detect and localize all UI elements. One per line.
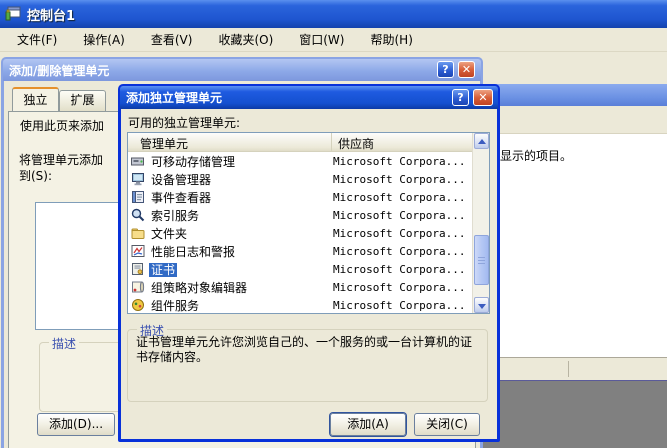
indexing-service-icon — [131, 208, 147, 222]
column-header-snapin[interactable]: 管理单元 — [128, 133, 332, 151]
snapin-vendor: Microsoft Corpora... — [333, 262, 466, 276]
list-item[interactable]: 索引服务 Microsoft Corpora... — [128, 206, 472, 224]
list-item[interactable]: 组件服务 Microsoft Corpora... — [128, 296, 472, 313]
help-button[interactable]: ? — [452, 89, 469, 106]
menu-favorites[interactable]: 收藏夹(O) — [205, 28, 286, 51]
target-label-line1: 将管理单元添加 — [19, 153, 104, 167]
tab-standalone[interactable]: 独立 — [12, 87, 59, 111]
tab-strip: 独立 扩展 — [12, 87, 106, 111]
description-groupbox: 描述 证书管理单元允许您浏览自己的、一个服务的或一台计算机的证书存储内容。 — [127, 322, 488, 402]
list-item[interactable]: 设备管理器 Microsoft Corpora... — [128, 170, 472, 188]
close-button[interactable]: 关闭(C) — [414, 413, 480, 436]
snapin-name: 文件夹 — [151, 226, 188, 241]
mmc-console-icon — [5, 5, 21, 24]
description-text: 证书管理单元允许您浏览自己的、一个服务的或一台计算机的证书存储内容。 — [136, 335, 473, 364]
snapin-name: 证书 — [149, 262, 178, 277]
snapin-name: 事件查看器 — [151, 190, 212, 205]
list-item[interactable]: 性能日志和警报 Microsoft Corpora... — [128, 242, 472, 260]
list-item[interactable]: 文件夹 Microsoft Corpora... — [128, 224, 472, 242]
snapin-name: 性能日志和警报 — [151, 244, 236, 259]
folder-icon — [131, 226, 147, 240]
child-window-header-strip — [478, 106, 667, 134]
no-items-text: 可显示的项目。 — [488, 149, 573, 163]
column-header-vendor[interactable]: 供应商 — [332, 133, 472, 151]
scroll-down-button[interactable] — [474, 297, 489, 313]
snapin-vendor: Microsoft Corpora... — [333, 244, 466, 258]
intro-text: 使用此页来添加 — [20, 119, 105, 133]
snapin-vendor: Microsoft Corpora... — [333, 208, 466, 222]
close-icon[interactable]: ✕ — [473, 89, 493, 106]
snapin-listview: 管理单元 供应商 可移动存储管理 Microsoft Corpora... 设备… — [127, 132, 490, 314]
group-policy-icon — [131, 280, 147, 294]
add-remove-dialog-titlebar[interactable]: 添加/删除管理单元 ? ✕ — [3, 59, 481, 81]
component-services-icon — [131, 298, 147, 312]
snapin-name: 索引服务 — [151, 208, 200, 223]
event-viewer-icon — [131, 190, 147, 204]
certificates-icon — [131, 262, 147, 276]
help-button[interactable]: ? — [437, 61, 454, 78]
child-window-titlebar — [478, 84, 667, 106]
scroll-up-button[interactable] — [474, 133, 489, 149]
add-standalone-snapin-dialog: 添加独立管理单元 ? ✕ 可用的独立管理单元: 管理单元 供应商 可移动存储管理 — [118, 84, 500, 442]
menu-window[interactable]: 窗口(W) — [286, 28, 357, 51]
console-results-pane: 可显示的项目。 — [478, 134, 667, 357]
snapin-name: 组策略对象编辑器 — [151, 280, 248, 295]
list-item[interactable]: 可移动存储管理 Microsoft Corpora... — [128, 152, 472, 170]
snapin-vendor: Microsoft Corpora... — [333, 298, 466, 312]
statusbar-divider — [568, 361, 569, 377]
description-group-label: 描述 — [49, 335, 80, 352]
snapin-vendor: Microsoft Corpora... — [333, 226, 466, 240]
menu-file[interactable]: 文件(F) — [4, 28, 70, 51]
snapin-vendor: Microsoft Corpora... — [333, 190, 466, 204]
list-item-selected[interactable]: 证书 Microsoft Corpora... — [128, 260, 472, 278]
menu-action[interactable]: 操作(A) — [70, 28, 138, 51]
tab-extensions[interactable]: 扩展 — [59, 90, 106, 111]
add-button[interactable]: 添加(A) — [330, 413, 406, 436]
performance-logs-icon — [131, 244, 147, 258]
target-label-line2: 到(S): — [19, 169, 53, 183]
add-snapin-button[interactable]: 添加(D)... — [37, 413, 115, 436]
listview-header: 管理单元 供应商 — [128, 133, 472, 152]
snapin-vendor: Microsoft Corpora... — [333, 154, 466, 168]
snapin-name: 可移动存储管理 — [151, 154, 236, 169]
add-standalone-dialog-title: 添加独立管理单元 — [126, 91, 223, 105]
add-remove-dialog-title: 添加/删除管理单元 — [9, 63, 110, 78]
scrollbar-thumb[interactable] — [474, 235, 489, 285]
mmc-workspace-background — [478, 380, 667, 448]
snapin-vendor: Microsoft Corpora... — [333, 280, 466, 294]
console-titlebar[interactable]: 控制台1 — [0, 0, 667, 28]
close-icon[interactable]: ✕ — [458, 61, 475, 78]
menubar: 文件(F) 操作(A) 查看(V) 收藏夹(O) 窗口(W) 帮助(H) — [0, 28, 667, 52]
menu-view[interactable]: 查看(V) — [138, 28, 206, 51]
list-item[interactable]: 事件查看器 Microsoft Corpora... — [128, 188, 472, 206]
snapin-vendor: Microsoft Corpora... — [333, 172, 466, 186]
add-standalone-dialog-titlebar[interactable]: 添加独立管理单元 ? ✕ — [120, 86, 498, 109]
device-manager-icon — [131, 172, 147, 186]
vertical-scrollbar[interactable] — [472, 133, 489, 313]
listview-rows: 可移动存储管理 Microsoft Corpora... 设备管理器 Micro… — [128, 152, 472, 313]
chevron-up-icon — [478, 139, 486, 144]
menu-help[interactable]: 帮助(H) — [357, 28, 425, 51]
chevron-down-icon — [478, 304, 486, 309]
add-standalone-dialog-body: 可用的独立管理单元: 管理单元 供应商 可移动存储管理 Microsoft Co… — [121, 109, 497, 438]
removable-storage-icon — [131, 154, 147, 168]
available-snapins-label: 可用的独立管理单元: — [128, 116, 241, 130]
console-title: 控制台1 — [27, 8, 76, 24]
snapin-name: 设备管理器 — [151, 172, 212, 187]
console-statusbar — [478, 357, 667, 380]
snapin-name: 组件服务 — [151, 298, 200, 313]
mmc-console-window: 控制台1 文件(F) 操作(A) 查看(V) 收藏夹(O) 窗口(W) 帮助(H… — [0, 0, 667, 448]
list-item[interactable]: 组策略对象编辑器 Microsoft Corpora... — [128, 278, 472, 296]
